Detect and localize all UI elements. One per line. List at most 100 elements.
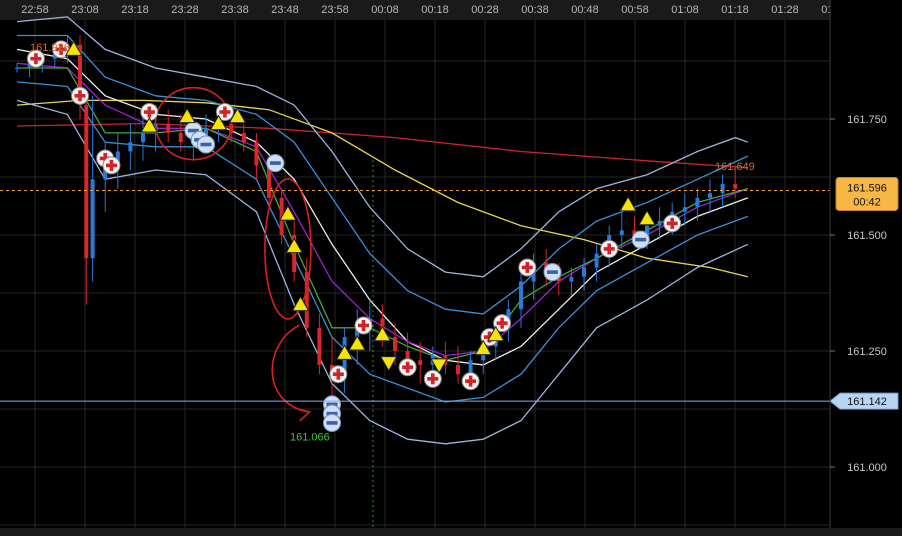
x-tick-label: 23:18	[121, 4, 149, 16]
x-tick-label: 00:58	[621, 4, 649, 16]
sell-signal-icon[interactable]	[266, 154, 285, 173]
price-axis-background	[830, 0, 902, 536]
x-tick-label: 01:08	[671, 4, 699, 16]
buy-signal-icon[interactable]	[102, 156, 121, 175]
x-tick-label: 23:28	[171, 4, 199, 16]
minus-bar	[326, 421, 338, 425]
candle-body	[695, 197, 700, 208]
candle-body	[569, 276, 574, 282]
triangle-up-icon[interactable]	[619, 195, 637, 212]
x-tick-label: 23:08	[71, 4, 99, 16]
candle-body	[418, 360, 423, 365]
plus-bar-v	[500, 317, 504, 329]
candle-timer-label: 00:42	[853, 196, 881, 208]
buy-signal-icon[interactable]	[398, 358, 417, 377]
chart: 22:58 23:08 23:18 23:28 23:38 23:48 23:58 00:08…	[0, 0, 902, 536]
x-tick-label: 00:48	[571, 4, 599, 16]
plus-bar-v	[607, 243, 611, 255]
triangle-up-icon[interactable]	[638, 209, 656, 226]
minus-bar	[200, 142, 212, 147]
buy-signal-icon[interactable]	[663, 214, 682, 233]
series-line	[16, 99, 749, 445]
sell-signal-icon[interactable]	[197, 135, 215, 154]
plus-bar-v	[405, 361, 410, 373]
minus-bar	[547, 270, 558, 274]
candle-body	[241, 132, 246, 143]
y-tick-label: 161.000	[847, 462, 887, 474]
signal-markers[interactable]	[26, 40, 682, 432]
x-tick-label: 00:18	[421, 4, 449, 16]
triangle-up-icon[interactable]	[348, 335, 367, 351]
current-price-label: 161.596	[847, 182, 887, 194]
triangle-up-icon[interactable]	[373, 325, 392, 342]
candle-body	[456, 364, 460, 375]
candle-body	[682, 207, 687, 212]
candle-body	[708, 193, 712, 198]
buy-signal-icon[interactable]	[329, 365, 348, 384]
y-tick-label: 161.750	[847, 114, 887, 126]
candle-body	[15, 67, 19, 69]
candle-body	[166, 123, 171, 133]
candle-body	[393, 337, 397, 351]
sell-signal-icon[interactable]	[543, 263, 562, 282]
candles	[15, 35, 738, 403]
x-tick-label: 01:28	[771, 4, 799, 16]
plus-bar-v	[223, 106, 227, 118]
sell-signal-icon[interactable]	[323, 413, 341, 432]
minus-bar	[269, 161, 281, 165]
series-line	[16, 122, 748, 169]
price-annotation: 161.066	[290, 431, 330, 443]
x-tick-label: 01:18	[721, 4, 749, 16]
buy-signal-icon[interactable]	[71, 86, 89, 105]
candle-body	[90, 179, 95, 259]
price-annotation: 161.926	[30, 42, 70, 54]
plus-bar-v	[431, 373, 435, 385]
candle-body	[619, 230, 624, 235]
candle-body	[594, 253, 599, 268]
plus-bar-v	[109, 159, 114, 171]
triangle-down-icon[interactable]	[379, 356, 398, 372]
candle-body	[84, 105, 89, 259]
x-tick-label: 23:48	[271, 4, 299, 16]
bottom-frame	[0, 528, 902, 536]
x-tick-label: 22:58	[21, 4, 49, 16]
candle-body	[468, 360, 473, 375]
candle-body	[657, 221, 662, 226]
sell-signal-icon[interactable]	[631, 230, 650, 249]
candle-body	[733, 183, 738, 189]
chart-canvas[interactable]: 22:58 23:08 23:18 23:28 23:38 23:48 23:58 00:08…	[0, 0, 902, 536]
candle-body	[317, 327, 322, 365]
candle-body	[720, 183, 725, 194]
x-tick-label: 23:38	[221, 4, 249, 16]
buy-signal-icon[interactable]	[518, 258, 537, 277]
candle-body	[519, 281, 523, 310]
x-axis-ticks: 22:58 23:08 23:18 23:28 23:38 23:48 23:58 00:08…	[21, 4, 849, 16]
buy-signal-icon[interactable]	[461, 372, 480, 391]
minus-bar	[635, 237, 647, 242]
candle-body	[178, 132, 183, 143]
series-line	[16, 99, 748, 278]
reference-price-label: 161.142	[847, 396, 887, 408]
plus-bar-v	[468, 375, 473, 387]
y-tick-label: 161.500	[847, 230, 887, 242]
hand-drawn-arrowhead	[297, 408, 312, 422]
price-annotation: 161.649	[715, 161, 755, 173]
indicator-lines	[16, 16, 749, 445]
x-tick-label: 23:58	[321, 4, 349, 16]
buy-signal-icon[interactable]	[600, 239, 619, 258]
plus-bar-v	[147, 106, 152, 118]
x-tick-label: 00:28	[471, 4, 499, 16]
triangle-up-icon[interactable]	[178, 107, 196, 124]
candle-body	[254, 142, 259, 166]
x-tick-label: 00:38	[521, 4, 549, 16]
plus-bar-v	[34, 53, 38, 65]
plus-bar-v	[361, 319, 366, 331]
x-tick-label: 00:08	[371, 4, 399, 16]
grid	[0, 20, 836, 528]
buy-signal-icon[interactable]	[354, 316, 373, 335]
plus-bar-v	[78, 90, 82, 102]
plus-bar-v	[525, 261, 530, 273]
y-tick-label: 161.250	[847, 346, 887, 358]
plus-bar-v	[670, 217, 674, 229]
plus-bar-v	[336, 368, 341, 380]
